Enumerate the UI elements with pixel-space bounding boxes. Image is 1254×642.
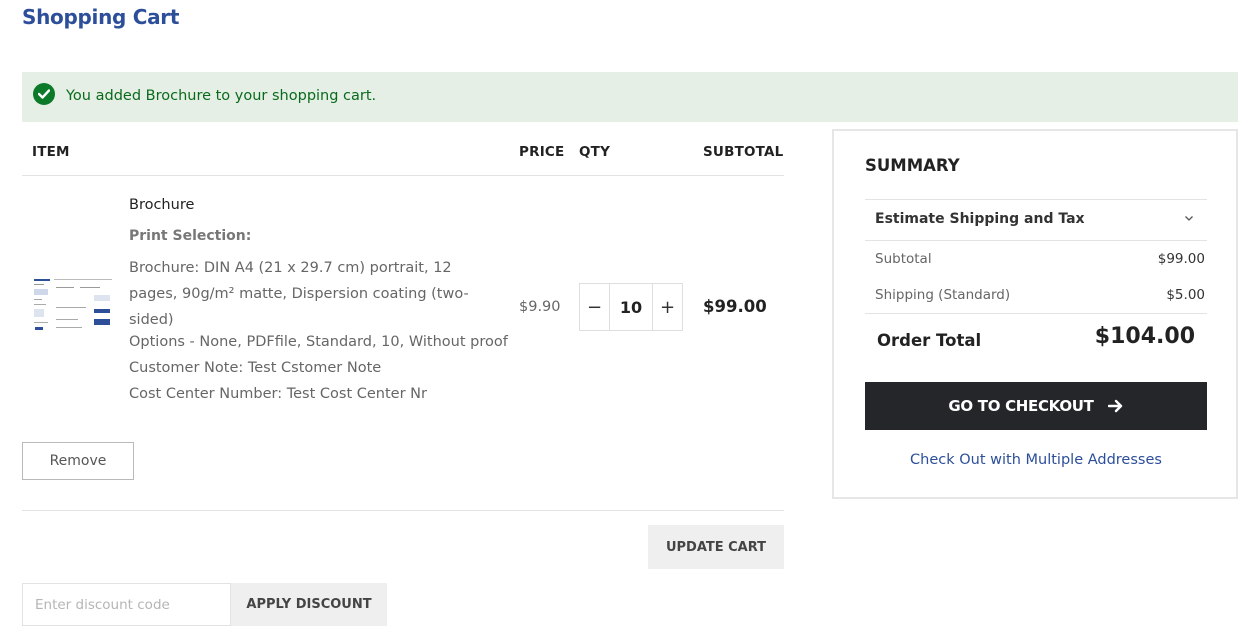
success-message: You added Brochure to your shopping cart…	[22, 72, 1238, 122]
estimate-shipping-label: Estimate Shipping and Tax	[875, 211, 1085, 227]
chevron-down-icon	[1183, 209, 1195, 221]
cart-footer-divider	[22, 510, 784, 511]
product-thumbnail[interactable]	[32, 275, 114, 335]
header-qty: QTY	[579, 144, 611, 160]
summary-divider	[865, 313, 1207, 314]
subtotal-label: Subtotal	[875, 251, 932, 267]
arrow-right-icon	[1107, 399, 1124, 413]
print-selection-value: Brochure: DIN A4 (21 x 29.7 cm) portrait…	[129, 260, 469, 328]
summary-divider	[865, 240, 1207, 241]
cost-center: Cost Center Number: Test Cost Center Nr	[129, 386, 427, 402]
multi-address-checkout-link[interactable]: Check Out with Multiple Addresses	[865, 452, 1207, 468]
print-selection-label: Print Selection:	[129, 228, 252, 244]
order-total-value: $104.00	[1094, 324, 1195, 349]
customer-note: Customer Note: Test Cstomer Note	[129, 360, 382, 376]
quantity-stepper: − +	[579, 283, 683, 331]
checkout-button[interactable]: GO TO CHECKOUT	[865, 382, 1207, 430]
header-divider	[22, 175, 784, 176]
page-title: Shopping Cart	[22, 5, 180, 29]
plus-icon[interactable]: +	[653, 284, 682, 330]
item-price: $9.90	[519, 299, 561, 315]
header-price: PRICE	[519, 144, 565, 160]
success-message-text: You added Brochure to your shopping cart…	[66, 88, 377, 104]
shipping-label: Shipping (Standard)	[875, 287, 1011, 303]
header-item: ITEM	[32, 144, 70, 160]
summary-title: SUMMARY	[865, 156, 960, 175]
order-summary: SUMMARY Estimate Shipping and Tax Subtot…	[832, 129, 1238, 499]
item-subtotal: $99.00	[703, 297, 767, 316]
apply-discount-button[interactable]: APPLY DISCOUNT	[231, 583, 387, 626]
discount-code-input[interactable]	[22, 583, 231, 626]
update-cart-button[interactable]: UPDATE CART	[648, 525, 784, 569]
order-total-label: Order Total	[877, 331, 982, 350]
minus-icon[interactable]: −	[580, 284, 609, 330]
qty-input[interactable]	[609, 284, 653, 330]
estimate-shipping-toggle[interactable]: Estimate Shipping and Tax	[865, 201, 1207, 241]
header-subtotal: SUBTOTAL	[703, 144, 784, 160]
product-name-link[interactable]: Brochure	[129, 197, 194, 213]
check-circle-icon	[33, 83, 55, 105]
remove-button[interactable]: Remove	[22, 442, 134, 480]
shipping-value: $5.00	[1166, 287, 1205, 303]
checkout-label: GO TO CHECKOUT	[948, 397, 1094, 415]
options-line: Options - None, PDFfile, Standard, 10, W…	[129, 334, 508, 350]
summary-divider	[865, 199, 1207, 200]
subtotal-value: $99.00	[1157, 251, 1205, 267]
